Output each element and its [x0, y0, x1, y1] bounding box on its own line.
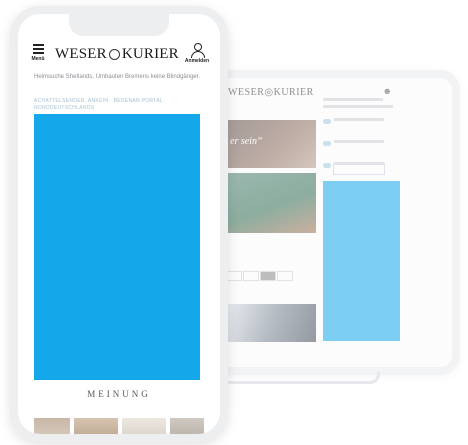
login-label: Anmelden: [184, 58, 210, 64]
thumbnail-image[interactable]: [74, 418, 118, 434]
thumbnail-image[interactable]: [170, 418, 204, 434]
phone-device: Menü WESER KURIER Anmelden Heimsuche Shet…: [10, 6, 228, 442]
brand-word-right: KURIER: [121, 46, 179, 62]
tablet-tabs[interactable]: [226, 268, 296, 281]
login-button[interactable]: Anmelden: [182, 43, 212, 64]
thumbnail-strip: [34, 418, 204, 434]
thumbnail-image[interactable]: [122, 418, 166, 434]
tablet-logo: WESER◎KURIER: [228, 87, 314, 98]
user-icon: [190, 43, 205, 58]
tablet-ad-block: [323, 181, 400, 341]
ad-block: [34, 114, 200, 380]
article-tags[interactable]: ACHATTELSENDER, ANKEIN · BEDENAN PORTAL …: [34, 98, 214, 112]
article-teaser[interactable]: Heimsuche Shetlands, Umbauten Bremens ke…: [34, 73, 214, 81]
seal-icon: [108, 49, 120, 61]
section-label[interactable]: MEINUNG: [18, 389, 220, 399]
site-header: Menü WESER KURIER Anmelden: [18, 40, 220, 70]
tablet-device: WESER◎KURIER ☻ er sein“: [190, 70, 460, 375]
tablet-sports-photo[interactable]: [226, 173, 316, 233]
tablet-stand: [210, 372, 380, 384]
phone-notch: [69, 14, 169, 36]
tablet-more-button[interactable]: [333, 163, 385, 175]
thumbnail-image[interactable]: [34, 418, 70, 434]
menu-button[interactable]: Menü: [26, 44, 50, 62]
menu-label: Menü: [31, 56, 45, 62]
tablet-user-icon[interactable]: ☻: [383, 86, 392, 96]
hamburger-icon: [32, 44, 44, 54]
brand-word-left: WESER: [55, 46, 107, 62]
tablet-bottom-image[interactable]: [226, 304, 316, 342]
tablet-hero-text: er sein“: [230, 136, 263, 147]
brand-logo[interactable]: WESER KURIER: [55, 46, 179, 63]
